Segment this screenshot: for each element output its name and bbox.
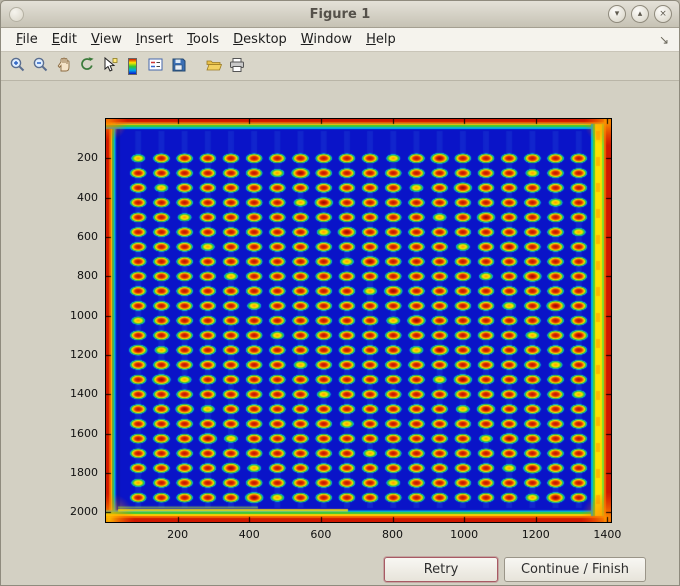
menu-view[interactable]: View bbox=[84, 30, 129, 49]
zoom-in-icon bbox=[9, 56, 27, 77]
data-cursor-icon bbox=[101, 56, 119, 77]
y-tick-label: 600 bbox=[77, 229, 98, 243]
hand-icon bbox=[55, 56, 73, 77]
save-icon bbox=[170, 56, 188, 77]
window-title: Figure 1 bbox=[309, 6, 371, 22]
chevron-down-icon: ▾ bbox=[614, 8, 620, 19]
zoom-in-button[interactable] bbox=[6, 54, 29, 78]
toolbar-separator bbox=[190, 54, 202, 78]
y-tick-label: 400 bbox=[77, 190, 98, 204]
menu-tools[interactable]: Tools bbox=[180, 30, 226, 49]
x-tick-label: 1200 bbox=[521, 528, 550, 541]
printer-icon bbox=[228, 56, 246, 77]
x-tick-label: 1000 bbox=[450, 528, 479, 541]
rotate-3d-icon bbox=[78, 56, 96, 77]
x-tick-label: 800 bbox=[382, 528, 404, 541]
toolbar bbox=[1, 52, 679, 81]
y-tick-label: 200 bbox=[77, 151, 98, 165]
x-tick-label: 1400 bbox=[593, 528, 622, 541]
menu-insert[interactable]: Insert bbox=[129, 30, 180, 49]
data-cursor-button[interactable] bbox=[98, 54, 121, 78]
x-tick-label: 400 bbox=[238, 528, 260, 541]
x-tick-label: 600 bbox=[310, 528, 332, 541]
figure-canvas-area: 200 400 600 800 1000 1200 1400 1600 1800 2000 200 4… bbox=[1, 81, 679, 585]
figure-window: Figure 1 ▾ ▴ × File Edit View Insert Too… bbox=[0, 0, 680, 586]
menu-overflow-icon[interactable]: ↘ bbox=[659, 33, 671, 47]
y-tick-label: 1600 bbox=[70, 426, 98, 440]
zoom-out-button[interactable] bbox=[29, 54, 52, 78]
pan-button[interactable] bbox=[52, 54, 75, 78]
maximize-button[interactable]: ▴ bbox=[631, 5, 649, 23]
open-folder-icon bbox=[205, 56, 223, 77]
heatmap-plot-image[interactable] bbox=[105, 118, 612, 523]
y-tick-label: 1800 bbox=[70, 465, 98, 479]
y-tick-label: 1000 bbox=[70, 308, 98, 322]
rotate-3d-button[interactable] bbox=[75, 54, 98, 78]
print-figure-button[interactable] bbox=[225, 54, 248, 78]
window-menu-button[interactable] bbox=[9, 6, 24, 22]
y-tick-label: 800 bbox=[77, 269, 98, 283]
menu-desktop[interactable]: Desktop bbox=[226, 30, 294, 49]
y-tick-label: 1200 bbox=[70, 347, 98, 361]
titlebar[interactable]: Figure 1 ▾ ▴ × bbox=[1, 1, 679, 28]
close-icon: × bbox=[659, 8, 667, 19]
y-tick-label: 2000 bbox=[70, 505, 98, 519]
insert-legend-button[interactable] bbox=[144, 54, 167, 78]
legend-icon bbox=[147, 56, 165, 77]
chevron-up-icon: ▴ bbox=[637, 8, 643, 19]
menu-file[interactable]: File bbox=[9, 30, 45, 49]
close-button[interactable]: × bbox=[654, 5, 672, 23]
x-tick-label: 200 bbox=[167, 528, 189, 541]
menubar: File Edit View Insert Tools Desktop Wind… bbox=[1, 28, 679, 52]
menu-window[interactable]: Window bbox=[294, 30, 359, 49]
retry-button[interactable]: Retry bbox=[384, 557, 498, 582]
y-tick-label: 1400 bbox=[70, 387, 98, 401]
minimize-button[interactable]: ▾ bbox=[608, 5, 626, 23]
open-file-button[interactable] bbox=[202, 54, 225, 78]
save-figure-button[interactable] bbox=[167, 54, 190, 78]
zoom-out-icon bbox=[32, 56, 50, 77]
menu-edit[interactable]: Edit bbox=[45, 30, 84, 49]
window-controls: ▾ ▴ × bbox=[608, 5, 672, 23]
insert-colorbar-button[interactable] bbox=[121, 54, 144, 78]
colorbar-icon bbox=[128, 57, 137, 75]
menu-help[interactable]: Help bbox=[359, 30, 403, 49]
continue-finish-button[interactable]: Continue / Finish bbox=[504, 557, 646, 582]
